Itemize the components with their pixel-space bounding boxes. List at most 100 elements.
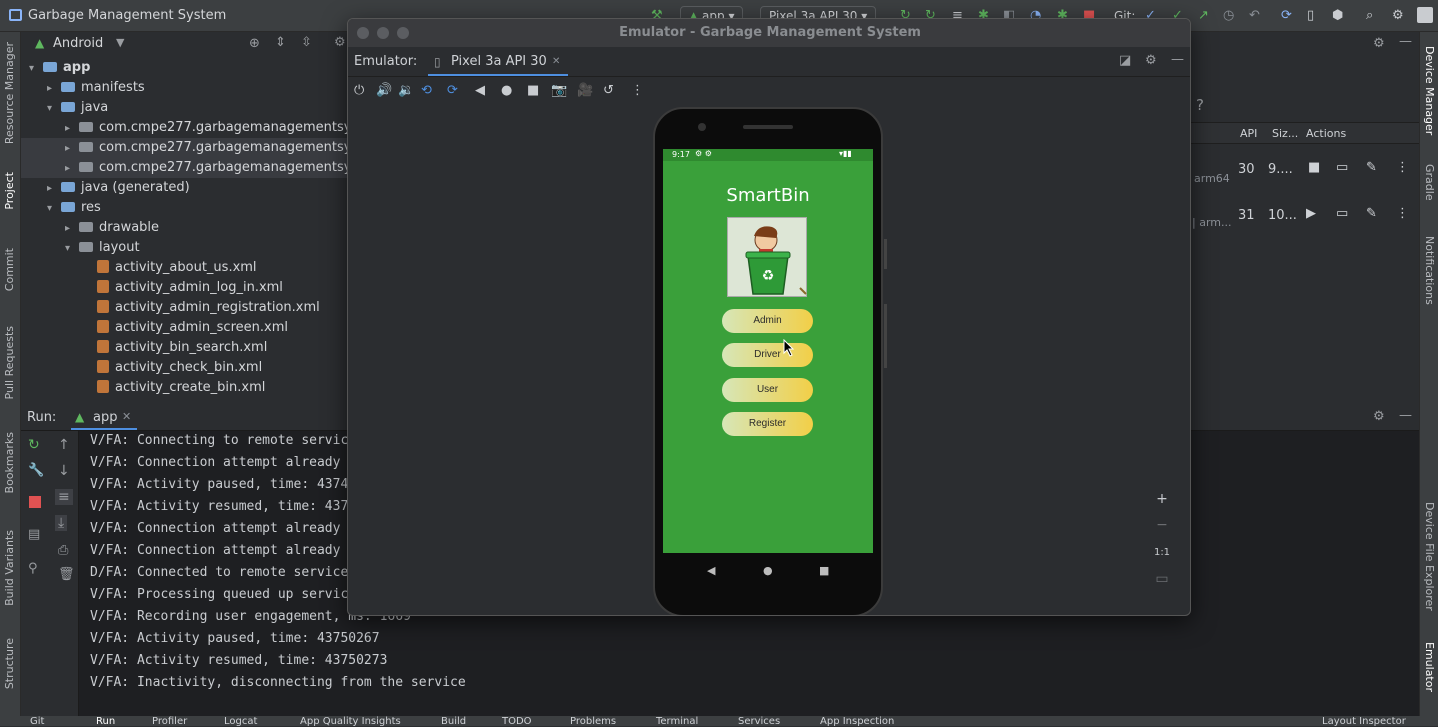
float-window-icon[interactable]: ◪ [1119,53,1131,68]
soft-wrap-icon[interactable]: ≡ [55,489,73,505]
expand-all-icon[interactable]: ⇕ [275,35,286,50]
phone-screen[interactable]: 9:17 ⚙ ⚙ ▾▮▮ SmartBin ♻ Admin Driver Use… [663,149,873,553]
user-button[interactable]: User [722,378,813,402]
help-icon[interactable]: ? [1196,96,1204,114]
avatar[interactable] [1417,7,1433,23]
tree-item[interactable]: ▸ manifests [21,78,351,98]
volume-up-icon[interactable]: 🔊 [376,83,392,98]
gear-icon[interactable]: ⚙ [1373,36,1385,51]
nav-home-icon[interactable]: ● [763,564,773,577]
col-api[interactable]: API [1240,127,1257,140]
chevron-down-icon[interactable]: ▾ [47,99,61,119]
edit-icon[interactable]: ✎ [1366,160,1377,175]
volume-down-icon[interactable]: 🔉 [398,83,414,98]
chevron-down-icon[interactable]: ▾ [29,59,43,79]
rotate-left-icon[interactable]: ⟲ [421,83,432,98]
tree-item[interactable]: ▸ com.cmpe277.garbagemanagementsyst [21,158,363,179]
close-window-button[interactable] [357,27,369,39]
chevron-right-icon[interactable]: ▸ [65,219,79,239]
snapshot-icon[interactable]: ↺ [603,83,614,98]
chevron-right-icon[interactable]: ▸ [47,179,61,199]
nav-overview-icon[interactable]: ■ [819,564,829,577]
play-icon[interactable]: ▶ [1306,206,1316,221]
tool-emulator[interactable]: Emulator [1423,642,1436,692]
edit-icon[interactable]: ✎ [1366,206,1377,221]
driver-button[interactable]: Driver [722,343,813,367]
tree-item[interactable]: activity_about_us.xml [21,258,351,278]
tree-item[interactable]: ▾ res [21,198,351,218]
tool-device-manager[interactable]: Device Manager [1423,46,1436,135]
tree-item[interactable]: activity_create_bin.xml [21,378,351,398]
chevron-down-icon[interactable]: ▾ [65,239,79,259]
tree-item[interactable]: ▸ drawable [21,218,351,238]
sdk-manager-icon[interactable]: ⬢ [1332,8,1343,23]
tool-build-variants[interactable]: Build Variants [3,530,16,606]
close-icon[interactable]: ✕ [552,56,560,67]
device-manager-icon[interactable]: ▯ [1307,8,1314,23]
register-button[interactable]: Register [722,412,813,436]
minimize-icon[interactable]: — [1399,34,1412,49]
zoom-window-button[interactable] [397,27,409,39]
gear-icon[interactable]: ⚙ [334,35,346,50]
device-row[interactable]: | arm... 31 10... ▶ ▭ ✎ ⋮ [1190,204,1419,229]
tool-device-file-explorer[interactable]: Device File Explorer [1423,502,1436,611]
tool-resource-manager[interactable]: Resource Manager [3,42,16,144]
folder-open-icon[interactable]: ▭ [1336,160,1348,175]
tree-item[interactable]: ▸ com.cmpe277.garbagemanagementsyst [21,118,363,139]
zoom-actual-size-button[interactable]: 1:1 [1148,547,1176,573]
close-icon[interactable]: ✕ [122,410,131,423]
sync-icon[interactable]: ⟳ [1281,8,1292,23]
collapse-all-icon[interactable]: ⇳ [301,35,312,50]
more-icon[interactable]: ⋮ [1396,160,1409,175]
tree-item[interactable]: ▸ java (generated) [21,178,351,198]
search-icon[interactable]: ⌕ [1366,8,1373,23]
more-icon[interactable]: ⋮ [631,83,644,98]
back-icon[interactable]: ◀ [475,83,485,98]
chevron-right-icon[interactable]: ▸ [65,119,79,139]
tree-item[interactable]: activity_admin_screen.xml [21,318,351,338]
stop-icon[interactable]: ■ [1308,160,1320,175]
record-icon[interactable]: 🎥 [577,83,593,98]
gear-icon[interactable]: ⚙ [1373,409,1385,424]
minimize-window-button[interactable] [377,27,389,39]
tree-item[interactable]: activity_admin_log_in.xml [21,278,351,298]
tool-bookmarks[interactable]: Bookmarks [3,432,16,493]
tool-project[interactable]: Project [3,172,16,210]
run-tab-app[interactable]: app [93,410,117,425]
nav-back-icon[interactable]: ◀ [707,564,715,577]
target-icon[interactable]: ⊕ [249,36,260,51]
emulator-tab[interactable]: Pixel 3a API 30 [451,54,547,69]
layout-icon[interactable]: ▤ [28,527,40,542]
scroll-to-end-icon[interactable]: ⤓ [55,515,68,531]
tree-item[interactable]: ▾ java [21,98,351,118]
tree-item[interactable]: activity_admin_registration.xml [21,298,351,318]
history-icon[interactable]: ◷ [1223,8,1234,23]
tree-item[interactable]: ▸ com.cmpe277.garbagemanagementsyst [21,138,363,158]
zoom-in-button[interactable]: + [1148,491,1176,517]
wrench-icon[interactable]: 🔧 [28,463,44,478]
arrow-up-icon[interactable]: ↑ [58,437,70,453]
tool-gradle[interactable]: Gradle [1423,164,1436,201]
print-icon[interactable]: ⎙ [58,543,68,558]
tool-commit[interactable]: Commit [3,248,16,291]
chevron-right-icon[interactable]: ▸ [65,159,79,179]
git-push-icon[interactable]: ↗ [1198,8,1209,23]
more-icon[interactable]: ⋮ [1396,206,1409,221]
arrow-down-icon[interactable]: ↓ [58,463,70,479]
view-selector[interactable]: Android [53,36,103,51]
stop-icon[interactable] [29,496,41,508]
minimize-icon[interactable]: — [1171,52,1184,67]
tree-item[interactable]: activity_check_bin.xml [21,358,351,378]
power-icon[interactable]: ⏻ [354,83,364,98]
chevron-right-icon[interactable]: ▸ [47,79,61,99]
home-icon[interactable]: ● [501,83,512,98]
folder-open-icon[interactable]: ▭ [1336,206,1348,221]
tool-pull-requests[interactable]: Pull Requests [3,326,16,399]
tree-item[interactable]: ▾ app [21,58,351,78]
tree-item[interactable]: ▾ layout [21,238,351,258]
camera-icon[interactable]: 📷 [551,83,567,98]
device-row[interactable]: arm64 30 9.... ■ ▭ ✎ ⋮ [1190,158,1419,185]
admin-button[interactable]: Admin [722,309,813,333]
minimize-icon[interactable]: — [1399,408,1412,423]
tree-item[interactable]: activity_bin_search.xml [21,338,351,358]
